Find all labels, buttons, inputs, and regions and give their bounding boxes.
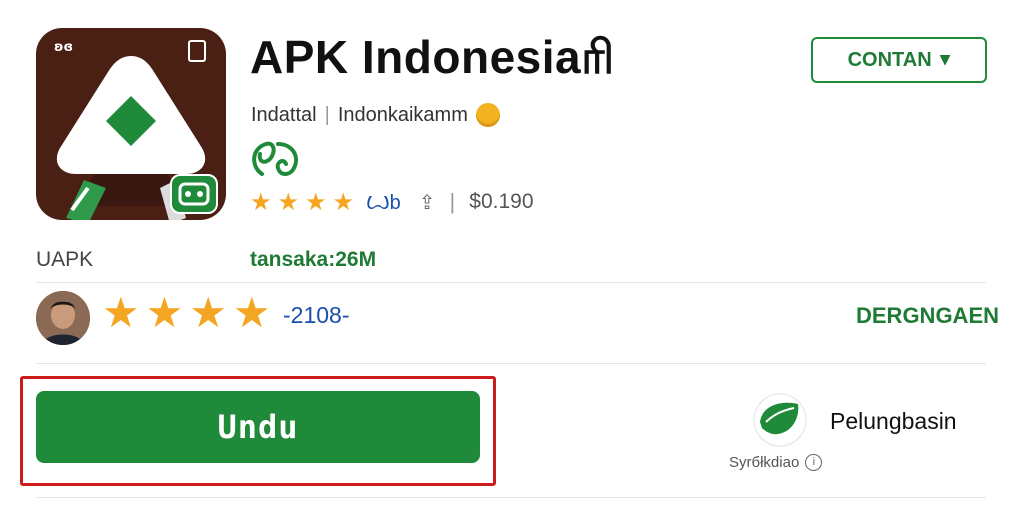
content-button-label: CONTAN	[847, 48, 932, 71]
divider	[36, 363, 986, 364]
apk-label: UAPK	[36, 248, 94, 271]
review-stars: ★ ★ ★ ★	[102, 292, 271, 334]
caret-down-icon: ▼	[939, 52, 951, 68]
deregister-link[interactable]: DERGNGAEN	[856, 303, 999, 329]
review-count: -2108-	[283, 302, 350, 328]
category-name[interactable]: Indonkaikamm	[338, 104, 468, 127]
app-subtitle: Indattal | Indonkaikamm	[251, 103, 500, 127]
star-icon: ★	[277, 188, 300, 216]
partner-caption: Syrбłkdiao i	[729, 454, 823, 471]
editors-choice-icon	[252, 141, 298, 176]
star-icon: ★	[332, 188, 355, 216]
star-icon: ★	[145, 288, 184, 337]
rating-label: Ꙍb	[366, 191, 401, 214]
size-text: tansaka:26M	[250, 248, 377, 271]
separator: |	[324, 103, 330, 126]
star-icon: ★	[102, 288, 140, 337]
partner-caption-text: Syrбłkdiao	[729, 454, 800, 471]
divider	[36, 497, 986, 498]
developer-name[interactable]: Indattal	[251, 104, 317, 127]
rating-row: ★ ★ ★ ★ Ꙍb ⇪ | $0.190	[250, 189, 534, 215]
star-icon: ★	[232, 288, 271, 337]
star-icon: ★	[189, 288, 227, 337]
installs-count: $0.190	[469, 190, 534, 213]
download-button[interactable]: Undu	[36, 391, 480, 463]
partner-name[interactable]: Pelungbasin	[830, 408, 957, 435]
divider	[36, 282, 986, 283]
content-dropdown-button[interactable]: CONTAN ▼	[811, 37, 987, 83]
app-title: APK Indonesiaரி	[250, 31, 615, 83]
partner-logo-icon[interactable]	[752, 392, 808, 448]
avatar[interactable]	[36, 291, 90, 345]
install-icon: ⇪	[418, 190, 436, 214]
separator: |	[449, 189, 456, 214]
star-icon: ★	[250, 188, 272, 216]
info-icon[interactable]: i	[805, 454, 823, 471]
app-icon: ʚɞ	[36, 28, 226, 220]
gamepad-badge-icon	[170, 174, 218, 214]
emoji-icon	[475, 103, 500, 127]
star-icon: ★	[305, 188, 327, 216]
